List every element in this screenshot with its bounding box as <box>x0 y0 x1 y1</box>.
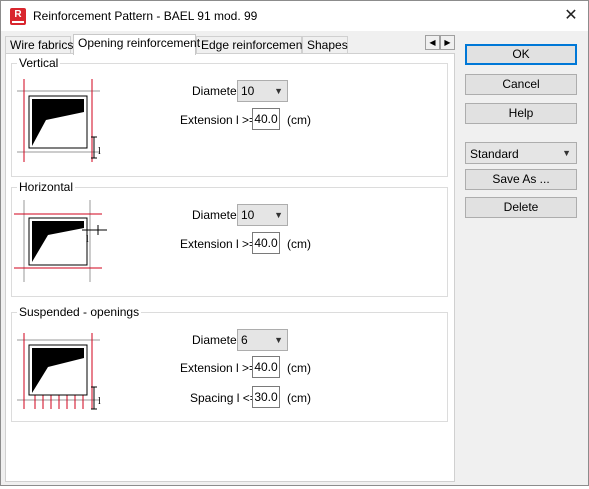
diameter-value: 10 <box>241 208 255 222</box>
diagram-marker: l <box>86 234 89 245</box>
diameter-value: 10 <box>241 84 255 98</box>
group-vertical: Vertical l Diameter 10 ▼ Extension l >= <box>11 56 448 177</box>
cancel-button[interactable]: Cancel <box>465 74 577 95</box>
extension-label: Extension l >= <box>180 237 257 251</box>
standard-select-value: Standard <box>470 147 519 161</box>
diagram-marker: l <box>98 146 101 157</box>
group-suspended-openings: Suspended - openings l Diameter 6 ▼ Exte… <box>11 305 448 422</box>
revit-r-icon: R <box>10 8 26 25</box>
save-as-button[interactable]: Save As ... <box>465 169 577 190</box>
diameter-label: Diameter <box>192 333 241 347</box>
extension-label: Extension l >= <box>180 361 257 375</box>
tab-shapes[interactable]: Shapes <box>302 36 348 54</box>
extension-label: Extension l >= <box>180 113 257 127</box>
unit-label: (cm) <box>287 113 311 127</box>
tab-scroll-right-icon[interactable]: ▶ <box>440 35 455 50</box>
diagram-marker: l <box>98 396 101 407</box>
tab-edge-reinforcement[interactable]: Edge reinforcement <box>196 36 306 54</box>
suspended-extension-input[interactable]: 40.0 <box>252 356 280 378</box>
chevron-down-icon: ▼ <box>562 148 571 158</box>
diameter-label: Diameter <box>192 208 241 222</box>
vertical-extension-input[interactable]: 40.0 <box>252 108 280 130</box>
ok-button[interactable]: OK <box>465 44 577 65</box>
window-title: Reinforcement Pattern - BAEL 91 mod. 99 <box>33 9 258 23</box>
group-title: Vertical <box>17 56 61 70</box>
suspended-reinforcement-diagram: l <box>12 323 107 418</box>
spacing-label: Spacing l <= <box>190 391 257 405</box>
chevron-down-icon: ▼ <box>274 210 283 220</box>
dialog-window: R Reinforcement Pattern - BAEL 91 mod. 9… <box>0 0 589 486</box>
horizontal-reinforcement-diagram: l <box>12 198 107 293</box>
suspended-diameter-select[interactable]: 6 ▼ <box>237 329 288 351</box>
help-button[interactable]: Help <box>465 103 577 124</box>
suspended-spacing-input[interactable]: 30.0 <box>252 386 280 408</box>
tab-scroll-left-icon[interactable]: ◀ <box>425 35 440 50</box>
tab-opening-reinforcement[interactable]: Opening reinforcement <box>73 34 200 55</box>
chevron-down-icon: ▼ <box>274 86 283 96</box>
unit-label: (cm) <box>287 391 311 405</box>
horizontal-extension-input[interactable]: 40.0 <box>252 232 280 254</box>
title-bar: R Reinforcement Pattern - BAEL 91 mod. 9… <box>1 1 588 31</box>
tab-wire-fabrics[interactable]: Wire fabrics <box>5 36 73 54</box>
unit-label: (cm) <box>287 237 311 251</box>
vertical-reinforcement-diagram: l <box>12 74 107 169</box>
diameter-value: 6 <box>241 333 248 347</box>
horizontal-diameter-select[interactable]: 10 ▼ <box>237 204 288 226</box>
delete-button[interactable]: Delete <box>465 197 577 218</box>
group-title: Horizontal <box>17 180 76 194</box>
vertical-diameter-select[interactable]: 10 ▼ <box>237 80 288 102</box>
diameter-label: Diameter <box>192 84 241 98</box>
unit-label: (cm) <box>287 361 311 375</box>
tab-panel-opening-reinforcement: Vertical l Diameter 10 ▼ Extension l >= <box>5 53 455 482</box>
close-icon[interactable]: ✕ <box>554 1 588 31</box>
group-title: Suspended - openings <box>17 305 142 319</box>
group-horizontal: Horizontal l Diameter 10 ▼ Extension l >… <box>11 180 448 297</box>
standard-select[interactable]: Standard ▼ <box>465 142 577 164</box>
chevron-down-icon: ▼ <box>274 335 283 345</box>
